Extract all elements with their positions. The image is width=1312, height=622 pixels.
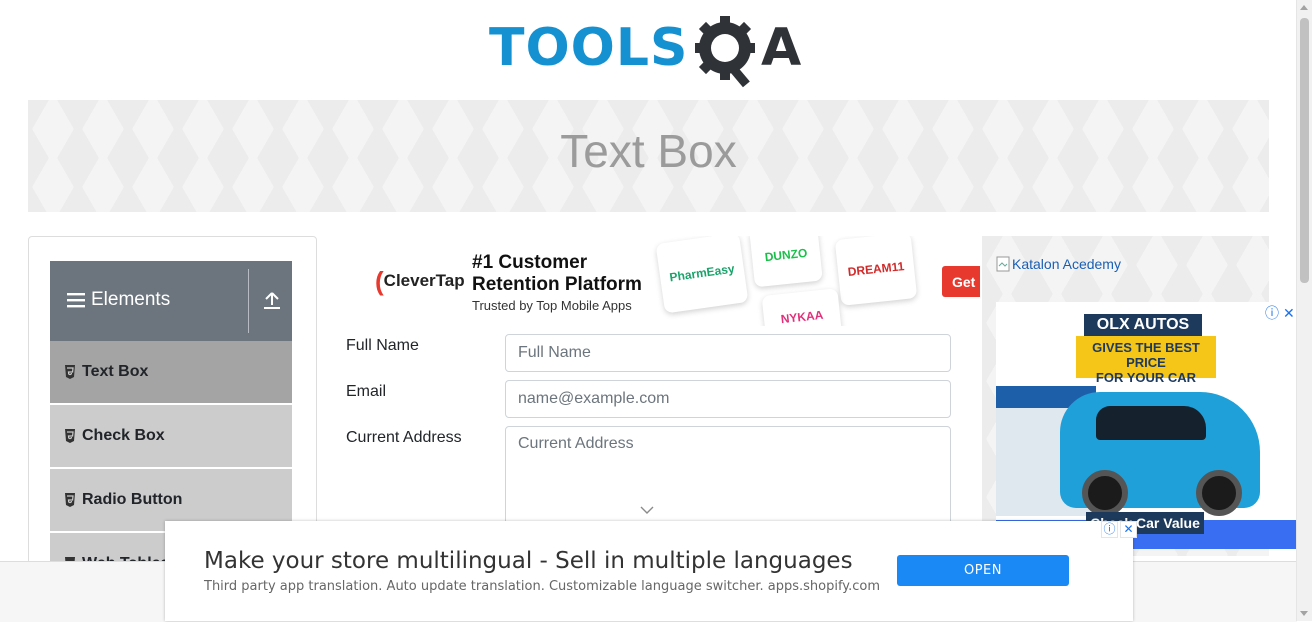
ad-card-dream11: DREAM11: [834, 236, 918, 306]
ad-get-button[interactable]: Get: [942, 266, 980, 297]
katalon-alt-text: Katalon Acedemy: [1012, 256, 1121, 272]
olx-ad[interactable]: OLX AUTOS GIVES THE BEST PRICE FOR YOUR C…: [996, 302, 1297, 549]
logo-text: TOOLS: [489, 18, 689, 78]
open-button[interactable]: OPEN: [897, 555, 1069, 586]
group-title-label: Elements: [91, 289, 171, 310]
close-icon[interactable]: ✕: [1120, 521, 1137, 538]
scroll-down-arrow-icon[interactable]: [1300, 611, 1308, 616]
gear-magnifier-icon: [695, 16, 755, 88]
page-banner: Text Box: [28, 100, 1269, 212]
olx-brand: OLX AUTOS: [1084, 314, 1202, 336]
sidebar-item-label: Check Box: [82, 427, 165, 444]
elements-group-header[interactable]: Elements: [50, 261, 292, 341]
katalon-ad-link[interactable]: Katalon Acedemy: [996, 256, 1121, 272]
sidebar-item-label: Text Box: [82, 363, 149, 380]
email-label: Email: [346, 383, 387, 400]
ad-subline: Trusted by Top Mobile Apps: [472, 298, 632, 313]
scroll-up-arrow-icon[interactable]: [1300, 5, 1308, 10]
current-address-label: Current Address: [346, 429, 462, 446]
html5-icon: [65, 365, 75, 379]
toolsqa-logo[interactable]: TOOLS A: [489, 16, 813, 90]
olx-tagline: GIVES THE BEST PRICE FOR YOUR CAR: [1076, 336, 1216, 385]
info-icon[interactable]: ⓘ: [1265, 303, 1279, 323]
sidebar-item-check-box[interactable]: Check Box: [50, 405, 292, 469]
html5-icon: [65, 429, 75, 443]
sidebar-item-text-box[interactable]: Text Box: [50, 341, 292, 405]
shopify-ad[interactable]: Make your store multilingual - Sell in m…: [165, 521, 1137, 621]
bottom-ad-controls: ⓘ ✕: [1101, 521, 1137, 538]
chevron-down-icon: [640, 506, 654, 514]
full-name-label: Full Name: [346, 337, 419, 354]
right-ad-column: Katalon Acedemy OLX AUTOS GIVES THE BEST…: [982, 236, 1297, 556]
sidebar-item-label: Radio Button: [82, 491, 183, 508]
broken-image-icon: [996, 256, 1010, 272]
ad-card-dunzo: DUNZO: [749, 236, 823, 288]
close-icon[interactable]: ✕: [1283, 305, 1295, 322]
bottom-ad-subline: Third party app translation. Auto update…: [204, 579, 881, 594]
html5-icon: [65, 493, 75, 507]
scrollbar-thumb[interactable]: [1300, 18, 1309, 283]
hamburger-icon: [67, 293, 85, 308]
collapse-arrow-icon[interactable]: [262, 291, 282, 311]
ad-card-nykaa: NYKAA: [761, 288, 843, 326]
bottom-ad-headline: Make your store multilingual - Sell in m…: [204, 548, 853, 574]
ad-choices[interactable]: ⓘ ✕: [1265, 303, 1295, 323]
logo-text-a: A: [761, 18, 802, 78]
page-title: Text Box: [560, 125, 737, 177]
clevertap-c-icon: (: [375, 266, 384, 296]
car-image: [1060, 392, 1260, 516]
ad-headline: #1 Customer Retention Platform: [472, 252, 642, 295]
email-input[interactable]: [505, 380, 951, 418]
page-scrollbar[interactable]: [1296, 0, 1312, 621]
clevertap-logo: (CleverTap: [375, 266, 465, 296]
clevertap-ad[interactable]: (CleverTap #1 Customer Retention Platform…: [344, 236, 980, 326]
group-title: Elements: [67, 289, 170, 311]
full-name-input[interactable]: [505, 334, 951, 372]
info-icon[interactable]: ⓘ: [1101, 521, 1118, 538]
ad-card-pharmeasy: PharmEasy: [655, 236, 749, 314]
header-divider: [248, 269, 249, 333]
current-address-textarea[interactable]: [505, 426, 951, 526]
